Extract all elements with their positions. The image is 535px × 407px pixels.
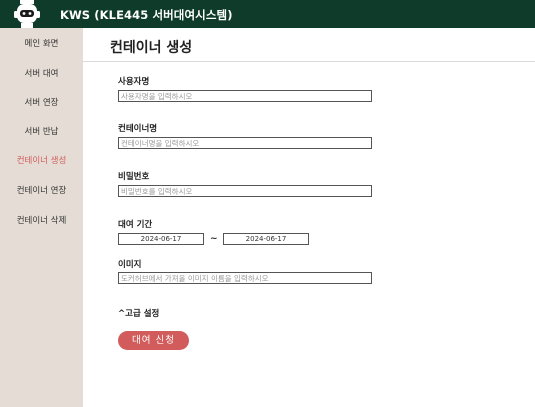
top-bar: KWS (KLE445 서버대여시스템) bbox=[0, 0, 535, 28]
page-title: 컨테이너 생성 bbox=[110, 40, 193, 56]
sidebar-item-container-create[interactable]: 컨테이너 생성 bbox=[0, 154, 83, 166]
image-label: 이미지 bbox=[118, 260, 142, 270]
robot-logo-icon bbox=[14, 0, 40, 28]
title-divider bbox=[83, 61, 535, 62]
sidebar-item-container-extend[interactable]: 컨테이너 연장 bbox=[0, 184, 83, 196]
start-date-input[interactable]: 2024-06-17 bbox=[118, 233, 204, 245]
advanced-settings-toggle[interactable]: ^고급 설정 bbox=[118, 307, 159, 319]
rent-request-button[interactable]: 대여 신청 bbox=[118, 331, 189, 350]
username-label: 사용자명 bbox=[118, 77, 150, 87]
sidebar-item-server-rent[interactable]: 서버 대여 bbox=[0, 67, 83, 79]
sidebar-item-home[interactable]: 메인 화면 bbox=[0, 37, 83, 49]
username-input[interactable] bbox=[118, 90, 372, 102]
sidebar: 메인 화면 서버 대여 서버 연장 서버 반납 컨테이너 생성 컨테이너 연장 … bbox=[0, 28, 83, 407]
password-label: 비밀번호 bbox=[118, 172, 150, 182]
password-input[interactable] bbox=[118, 185, 372, 197]
image-input[interactable] bbox=[118, 272, 372, 284]
date-range-separator: ~ bbox=[210, 234, 218, 244]
main-content: 컨테이너 생성 사용자명 컨테이너명 비밀번호 대여 기간 2024-06-17… bbox=[83, 28, 535, 407]
container-name-label: 컨테이너명 bbox=[118, 124, 158, 134]
rental-period-label: 대여 기간 bbox=[118, 220, 153, 230]
end-date-input[interactable]: 2024-06-17 bbox=[223, 233, 309, 245]
sidebar-item-container-delete[interactable]: 컨테이너 삭제 bbox=[0, 214, 83, 226]
container-name-input[interactable] bbox=[118, 137, 372, 149]
sidebar-item-server-return[interactable]: 서버 반납 bbox=[0, 125, 83, 137]
app-title: KWS (KLE445 서버대여시스템) bbox=[60, 8, 233, 22]
sidebar-item-server-extend[interactable]: 서버 연장 bbox=[0, 96, 83, 108]
